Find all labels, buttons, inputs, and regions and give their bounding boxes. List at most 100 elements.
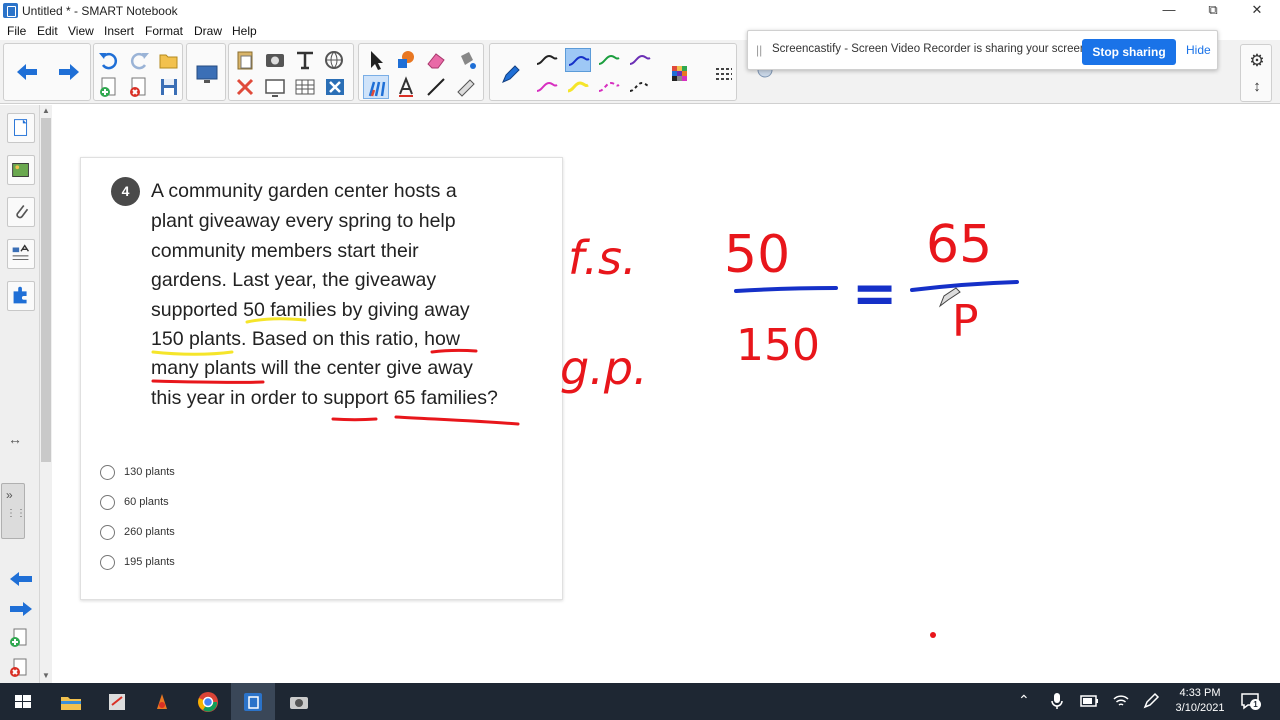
- drag-grip-icon[interactable]: ||: [756, 43, 762, 57]
- save-icon[interactable]: [156, 75, 182, 99]
- pen-dashed-magenta-icon[interactable]: [596, 75, 622, 99]
- smart-ink-icon[interactable]: [149, 689, 175, 715]
- battery-icon[interactable]: [1080, 694, 1100, 713]
- screen-sharing-notification: || Screencastify - Screen Video Recorder…: [747, 30, 1218, 70]
- pen-green-icon[interactable]: [596, 48, 622, 72]
- eraser-icon[interactable]: [423, 48, 449, 72]
- window-title: Untitled * - SMART Notebook: [22, 4, 178, 18]
- move-toolbar-icon[interactable]: ↕: [1247, 77, 1267, 97]
- undo-icon[interactable]: [96, 48, 122, 72]
- drawing-tools-group: [358, 43, 484, 101]
- question-line-3: community members start their: [151, 240, 419, 262]
- question-line-6: 150 plants. Based on this ratio, how: [151, 328, 460, 350]
- question-line-2: plant giveaway every spring to help: [151, 210, 456, 232]
- previous-page-side-icon[interactable]: [8, 569, 34, 594]
- stop-sharing-button[interactable]: Stop sharing: [1082, 39, 1176, 65]
- select-arrow-icon[interactable]: [363, 48, 389, 72]
- display-group: [186, 43, 226, 101]
- properties-tab[interactable]: [7, 239, 35, 269]
- gear-icon[interactable]: ⚙: [1247, 51, 1267, 71]
- add-page-icon[interactable]: [96, 75, 122, 99]
- next-page-icon[interactable]: [56, 60, 82, 84]
- pen-styles-group: [489, 43, 737, 101]
- radio-button[interactable]: [100, 525, 115, 540]
- file-explorer-icon[interactable]: [58, 689, 84, 715]
- close-window-button[interactable]: ✕: [1234, 0, 1280, 22]
- minimize-button[interactable]: —: [1146, 0, 1192, 22]
- camera-app-icon[interactable]: [286, 689, 312, 715]
- radio-button[interactable]: [100, 555, 115, 570]
- add-ons-tab[interactable]: [7, 281, 35, 311]
- menu-view[interactable]: View: [68, 24, 94, 38]
- table-icon[interactable]: [292, 75, 318, 99]
- pen-magenta-icon[interactable]: [534, 75, 560, 99]
- full-screen-icon[interactable]: [262, 75, 288, 99]
- answer-option-label: 195 plants: [124, 556, 175, 568]
- resize-panel-icon[interactable]: ↔: [8, 431, 22, 447]
- page-sorter-tab[interactable]: [7, 113, 35, 143]
- system-clock[interactable]: 4:33 PM 3/10/2021: [1170, 686, 1230, 716]
- delete-page-icon[interactable]: [126, 75, 152, 99]
- paste-icon[interactable]: [232, 48, 258, 72]
- line-style-icon[interactable]: [711, 62, 737, 86]
- hide-notification-link[interactable]: Hide: [1186, 43, 1211, 57]
- delete-icon[interactable]: [232, 75, 258, 99]
- menu-format[interactable]: Format: [145, 24, 183, 38]
- screen-shade-icon[interactable]: [194, 62, 220, 86]
- microphone-icon[interactable]: [1050, 692, 1064, 715]
- highlighter-yellow-icon[interactable]: [565, 75, 591, 99]
- page-operations-group: [93, 43, 183, 101]
- windows-taskbar: ⌃ 4:33 PM 3/10/2021 1: [0, 683, 1280, 720]
- previous-page-icon[interactable]: [14, 60, 40, 84]
- gallery-tab[interactable]: [7, 155, 35, 185]
- delete-page-side-icon[interactable]: [8, 657, 30, 684]
- pen-workspace-icon[interactable]: [1142, 692, 1160, 715]
- radio-button[interactable]: [100, 495, 115, 510]
- pen-purple-icon[interactable]: [627, 48, 653, 72]
- attachments-tab[interactable]: [7, 197, 35, 227]
- radio-button[interactable]: [100, 465, 115, 480]
- add-page-side-icon[interactable]: [8, 627, 30, 654]
- question-line-8: this year in order to support 65 familie…: [151, 387, 498, 409]
- redo-icon[interactable]: [126, 48, 152, 72]
- restore-button[interactable]: ⧉: [1190, 0, 1236, 22]
- pen-black-icon[interactable]: [534, 48, 560, 72]
- menu-file[interactable]: File: [7, 24, 26, 38]
- close-tool-icon[interactable]: [322, 75, 348, 99]
- color-palette-icon[interactable]: [667, 62, 693, 86]
- toolbar-settings-group: ⚙ ↕: [1240, 44, 1272, 102]
- smart-notebook-taskbar-icon[interactable]: [240, 689, 266, 715]
- scrollbar-thumb[interactable]: [41, 118, 51, 462]
- menu-draw[interactable]: Draw: [194, 24, 222, 38]
- shapes-icon[interactable]: [393, 48, 419, 72]
- wifi-icon[interactable]: [1112, 693, 1130, 714]
- panel-expand-handle[interactable]: » ⋮⋮: [1, 483, 26, 539]
- answer-option-label: 130 plants: [124, 466, 175, 478]
- text-color-icon[interactable]: [393, 75, 419, 99]
- answer-option-label: 60 plants: [124, 496, 169, 508]
- menu-edit[interactable]: Edit: [37, 24, 58, 38]
- pen-dashed-black-icon[interactable]: [627, 75, 653, 99]
- question-line-7: many plants will the center give away: [151, 357, 473, 379]
- notification-count-badge: 1: [1250, 699, 1261, 710]
- open-file-icon[interactable]: [156, 48, 182, 72]
- screen-capture-icon[interactable]: [262, 48, 288, 72]
- action-center-icon[interactable]: 1: [1240, 692, 1261, 715]
- web-browser-icon[interactable]: [322, 48, 348, 72]
- text-tool-icon[interactable]: [292, 48, 318, 72]
- magic-pen-icon[interactable]: [453, 75, 479, 99]
- show-hidden-icons[interactable]: ⌃: [1018, 692, 1030, 709]
- next-page-side-icon[interactable]: [8, 599, 34, 624]
- menu-help[interactable]: Help: [232, 24, 257, 38]
- fill-icon[interactable]: [453, 48, 479, 72]
- pen-icon[interactable]: [498, 62, 524, 86]
- menu-insert[interactable]: Insert: [104, 24, 134, 38]
- windows-start-icon[interactable]: [10, 689, 36, 715]
- notes-app-icon[interactable]: [104, 689, 130, 715]
- pen-blue-icon[interactable]: [565, 48, 591, 72]
- line-tool-icon[interactable]: [423, 75, 449, 99]
- edit-operations-group: [228, 43, 354, 101]
- pens-icon[interactable]: [363, 75, 389, 99]
- chrome-icon[interactable]: [195, 689, 221, 715]
- smart-notebook-app-icon: [3, 3, 18, 18]
